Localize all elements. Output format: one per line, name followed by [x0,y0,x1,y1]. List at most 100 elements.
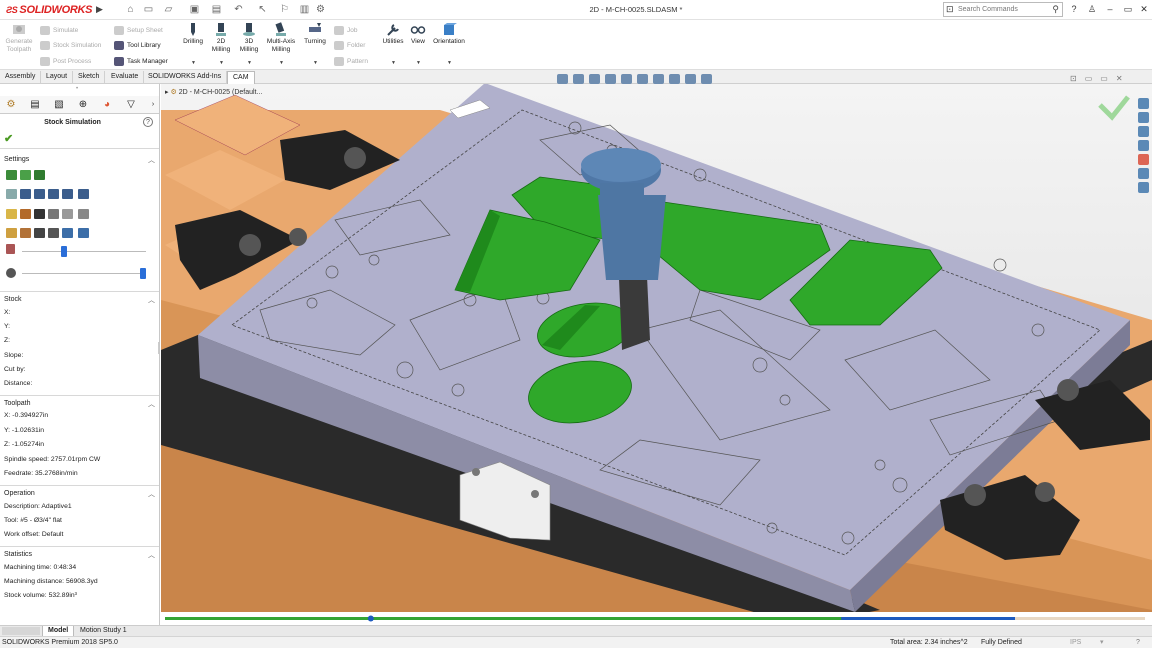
tool-library-button[interactable]: Tool Library [114,41,161,50]
tab-assembly[interactable]: Assembly [0,71,42,84]
home-icon[interactable]: ⌂ [124,3,137,16]
simulate-button[interactable]: Simulate [40,26,78,35]
play-icon[interactable] [6,189,17,199]
holder-display-icon[interactable] [20,209,31,219]
fixture-display-icon[interactable] [34,209,45,219]
home-task-icon[interactable] [1138,98,1149,109]
search-icon[interactable]: ⚲ [1052,3,1059,16]
3d-milling-button[interactable]: 3D Milling [237,22,261,53]
feature-tree-flyout[interactable]: ▸ ⚙ 2D - M-CH-0025 (Default... [165,88,262,96]
config-manager-tab-icon[interactable]: ▧ [50,98,68,112]
ok-check-icon[interactable]: ✔ [4,132,13,145]
folder-button[interactable]: Folder [334,41,365,50]
apply-scene-icon[interactable] [685,74,696,84]
unit-system[interactable]: IPS [1070,637,1081,648]
display-manager-tab-icon[interactable]: ◕ [98,98,116,112]
2d-milling-button[interactable]: 2D Milling [209,22,233,53]
units-dropdown-icon[interactable]: ▾ [1100,637,1104,648]
hide-show-icon[interactable] [653,74,664,84]
display-style-icon[interactable] [637,74,648,84]
timeline-marker[interactable] [367,615,374,622]
operation-header[interactable]: Operation [4,490,35,497]
print-icon[interactable]: ▤ [210,3,223,16]
previous-view-icon[interactable] [589,74,600,84]
3d-milling-dropdown-icon[interactable]: ▼ [247,60,252,66]
appearances-icon[interactable] [1138,154,1149,165]
tool-transparency-slider[interactable] [22,251,146,252]
view-dropdown-icon[interactable]: ▼ [416,60,421,66]
solidworks-logo[interactable]: ƧS SOLIDWORKS [6,4,92,16]
rewind-icon[interactable] [48,189,59,199]
tool-translucent-icon[interactable] [62,209,73,219]
2d-milling-dropdown-icon[interactable]: ▼ [219,60,224,66]
task-manager-button[interactable]: Task Manager [114,57,168,66]
save-icon[interactable]: ▣ [188,3,201,16]
rebuild-icon[interactable]: ⚐ [278,3,291,16]
settings-collapse-icon[interactable]: ︿ [148,155,155,165]
tab-add-ins[interactable]: SOLIDWORKS Add-Ins [143,71,228,84]
job-button[interactable]: Job [334,26,357,35]
stock-simulation-button[interactable]: Stock Simulation [40,41,101,50]
end-icon[interactable] [78,189,89,199]
fast-forward-icon[interactable] [62,189,73,199]
resources-icon[interactable] [1138,112,1149,123]
tab-cam[interactable]: CAM [227,71,255,84]
user-icon[interactable]: ♙ [1084,2,1100,17]
close-icon[interactable]: ✕ [1136,2,1152,17]
utilities-dropdown-icon[interactable]: ▼ [391,60,396,66]
panel-resize-grip[interactable] [158,342,159,354]
new-icon[interactable]: ▭ [142,3,155,16]
search-commands-input[interactable]: ⊡ Search Commands ⚲ [943,2,1063,17]
property-manager-tab-icon[interactable]: ▤ [26,98,44,112]
tool-display-icon[interactable] [6,209,17,219]
viewport-window-controls[interactable]: ⊡▭▭✕ [1070,74,1131,83]
next-operation-icon[interactable] [34,189,45,199]
stock-header[interactable]: Stock [4,296,22,303]
pattern-button[interactable]: Pattern [334,57,368,66]
tab-scroll-arrows-icon[interactable] [2,627,40,635]
tab-sketch[interactable]: Sketch [73,71,106,84]
simulation-speed-slider-thumb[interactable] [140,268,146,279]
stock-transparent-icon[interactable] [20,170,31,180]
settings-header[interactable]: Settings [4,156,29,163]
post-process-button[interactable]: Post Process [40,57,91,66]
select-icon[interactable]: ↖ [256,3,269,16]
design-library-icon[interactable] [1138,126,1149,137]
file-explorer-icon[interactable] [1138,140,1149,151]
stock-display-icon[interactable] [6,170,17,180]
stock-wire-icon[interactable] [34,170,45,180]
orientation-dropdown-icon[interactable]: ▼ [447,60,452,66]
help-icon[interactable]: ? [1066,2,1082,17]
tab-evaluate[interactable]: Evaluate [106,71,145,84]
view-orientation-icon[interactable] [621,74,632,84]
more-tabs-icon[interactable]: › [144,98,159,112]
minimize-icon[interactable]: – [1102,2,1118,17]
toolpath-collapse-icon[interactable]: ︿ [148,399,155,409]
toolpath-header[interactable]: Toolpath [4,400,30,407]
statistics-chart-icon[interactable] [78,228,89,238]
statistics-header[interactable]: Statistics [4,551,32,558]
undo-icon[interactable]: ↶ [232,3,245,16]
drilling-button[interactable]: Drilling [180,22,206,46]
simulation-timeline[interactable] [161,612,1152,625]
section-view-icon[interactable] [605,74,616,84]
generate-toolpath-button[interactable]: Generate Toolpath [2,22,36,53]
multi-axis-milling-button[interactable]: Multi-Axis Milling [264,22,298,53]
feature-manager-tab-icon[interactable]: ⚙ [2,98,20,112]
tool-transparency-slider-thumb[interactable] [60,246,67,257]
help-icon[interactable]: ? [143,117,153,127]
search-scope-icon[interactable]: ⊡ [946,3,954,16]
cam-manager-tab-icon[interactable]: ▽ [122,98,140,112]
tool-shaded-icon[interactable] [48,209,59,219]
zoom-fit-icon[interactable] [557,74,568,84]
save-stock-icon[interactable] [62,228,73,238]
compare-icon[interactable] [6,228,17,238]
restore-icon[interactable]: ▭ [1120,2,1136,17]
orientation-button[interactable]: Orientation [430,22,468,46]
options-gear-icon[interactable]: ⚙ [314,3,327,16]
file-props-icon[interactable]: ▥ [298,3,311,16]
edit-appearance-icon[interactable] [669,74,680,84]
simulation-speed-slider[interactable] [22,273,146,274]
multi-axis-dropdown-icon[interactable]: ▼ [279,60,284,66]
view-button[interactable]: View [408,22,428,46]
